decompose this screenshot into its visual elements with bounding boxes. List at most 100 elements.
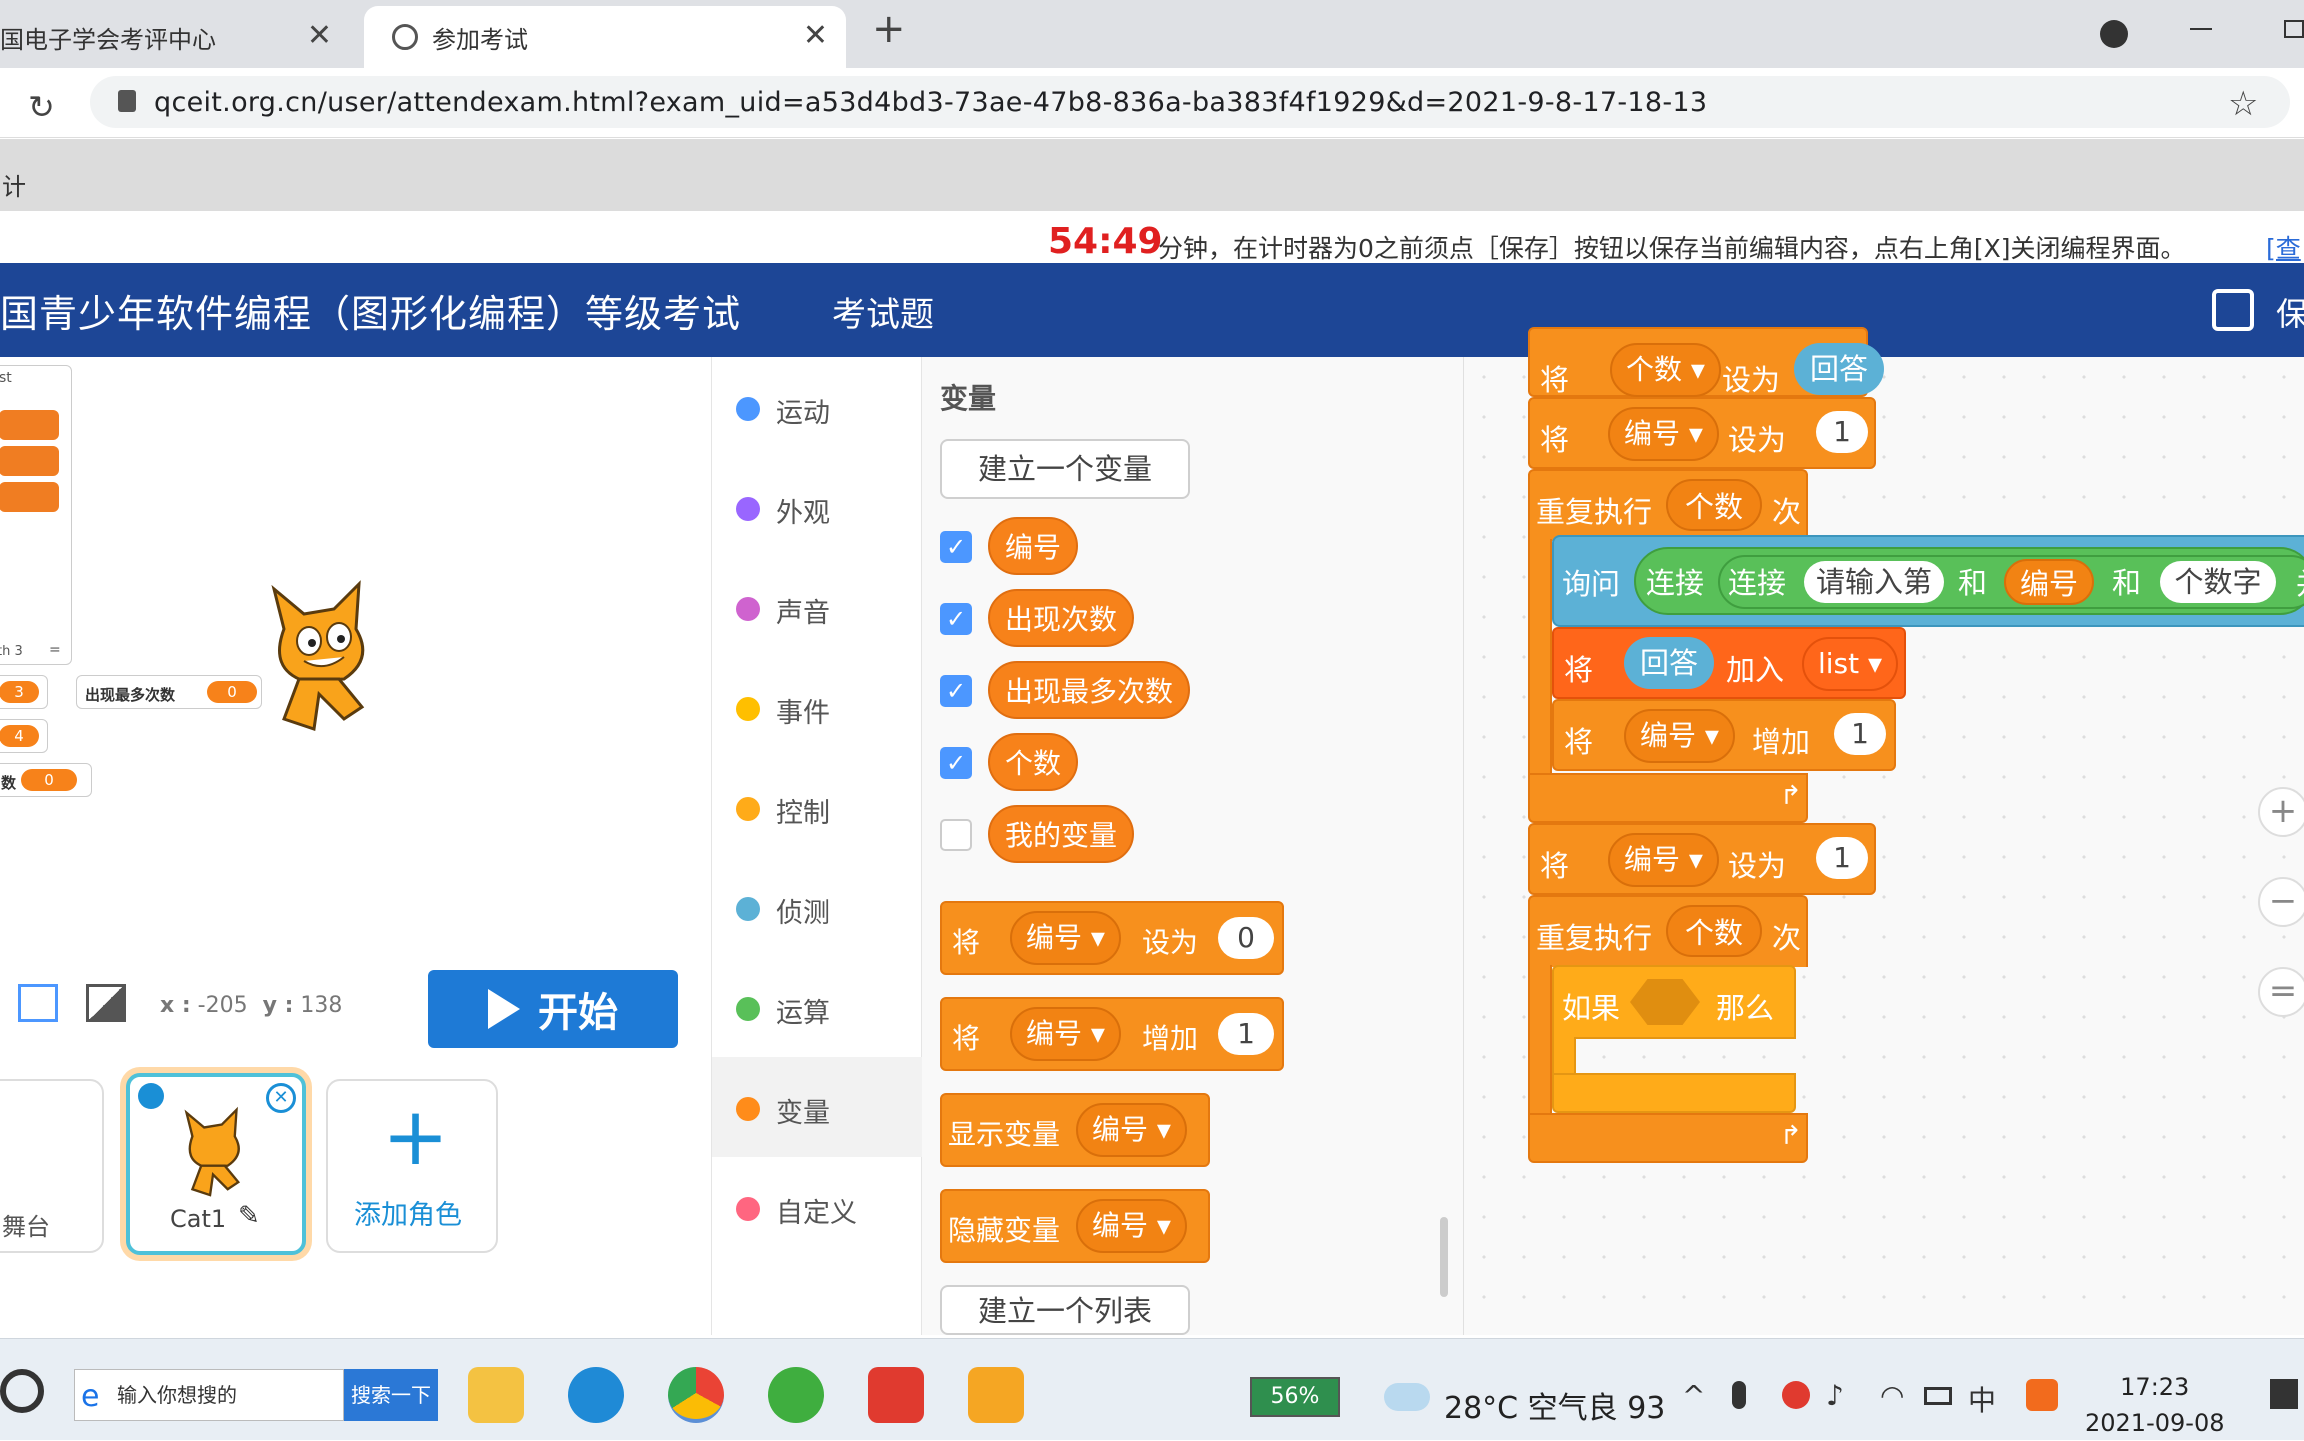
set-index-block[interactable]: 将 编号 ▾ 设为 1 <box>1528 823 1876 895</box>
category-sensing[interactable]: 侦测 <box>712 857 922 957</box>
show-variable-block[interactable]: 显示变量 编号 ▾ <box>940 1093 1210 1167</box>
list-resize[interactable]: = <box>49 642 61 658</box>
category-my-blocks[interactable]: 自定义 <box>712 1157 922 1257</box>
answer-reporter[interactable]: 回答 <box>1794 343 1884 395</box>
volume-icon[interactable]: ♪ <box>1826 1379 1844 1412</box>
clock[interactable]: 17:23 2021-09-08 <box>2085 1369 2224 1441</box>
sogou-icon[interactable] <box>2026 1379 2058 1411</box>
value-input[interactable]: 1 <box>1816 411 1868 453</box>
variable-dropdown[interactable]: 编号 ▾ <box>1010 1007 1121 1061</box>
stage-card[interactable]: 舞台 <box>0 1079 104 1253</box>
variable-reporter[interactable]: 我的变量 <box>988 805 1135 863</box>
variable-dropdown[interactable]: 编号 ▾ <box>1608 833 1719 887</box>
variable-dropdown[interactable]: 编号 ▾ <box>1608 407 1719 461</box>
sprite-settings-icon[interactable] <box>138 1083 164 1109</box>
tab-exam-center[interactable]: 国电子学会考评中心 ✕ <box>0 6 350 68</box>
close-tab-icon[interactable]: ✕ <box>307 18 332 53</box>
script-area[interactable]: 将 个数 ▾ 设为 回答 将 编号 ▾ 设为 1 重复执行 个数 次 ↱ 询问 … <box>1464 327 2304 1335</box>
zoom-in-icon[interactable]: + <box>2258 787 2304 837</box>
small-stage-icon[interactable] <box>18 984 58 1022</box>
add-to-list-block[interactable]: 将 回答 加入 list ▾ <box>1552 627 1906 699</box>
start-logo-icon[interactable] <box>0 1369 44 1413</box>
value-input[interactable]: 1 <box>1816 837 1868 879</box>
text-input[interactable]: 个数字 <box>2160 561 2276 603</box>
edge-icon[interactable] <box>568 1367 624 1423</box>
answer-reporter[interactable]: 回答 <box>1624 637 1714 689</box>
index-reporter[interactable]: 编号 <box>2004 559 2094 605</box>
start-button[interactable]: 开始 <box>428 970 678 1048</box>
profile-icon[interactable] <box>2100 20 2128 48</box>
category-events[interactable]: 事件 <box>712 657 922 757</box>
set-count-block[interactable]: 将 个数 ▾ 设为 回答 <box>1528 327 1884 397</box>
new-tab-icon[interactable]: + <box>872 6 906 52</box>
battery-icon[interactable] <box>1924 1387 1952 1405</box>
zoom-out-icon[interactable]: − <box>2258 877 2304 927</box>
hide-variable-block[interactable]: 隐藏变量 编号 ▾ <box>940 1189 1210 1263</box>
close-tab-icon[interactable]: ✕ <box>803 18 828 53</box>
value-input[interactable]: 1 <box>1218 1013 1274 1055</box>
cat-sprite[interactable] <box>244 569 394 739</box>
variable-checkbox[interactable] <box>940 819 972 851</box>
delete-sprite-icon[interactable]: ✕ <box>266 1083 296 1113</box>
edit-pencil-icon[interactable]: ✎ <box>238 1201 260 1231</box>
category-operators[interactable]: 运算 <box>712 957 922 1057</box>
category-control[interactable]: 控制 <box>712 757 922 857</box>
set-index-block[interactable]: 将 编号 ▾ 设为 1 <box>1528 397 1876 469</box>
reload-icon[interactable]: ↻ <box>28 88 55 126</box>
join-reporter[interactable]: 连接 连接 请输入第 和 编号 和 个数字 <box>1634 547 2304 615</box>
save-button[interactable]: 保 <box>2276 289 2304 335</box>
variable-checkbox[interactable]: ✓ <box>940 747 972 779</box>
taskbar-search-button[interactable]: 搜索一下 <box>344 1369 438 1421</box>
ask-block[interactable]: 询问 连接 连接 请输入第 和 编号 和 个数字 并 <box>1552 535 2304 627</box>
variable-reporter[interactable]: 个数 <box>988 733 1079 791</box>
list-dropdown[interactable]: list ▾ <box>1802 637 1899 691</box>
chrome-icon[interactable] <box>668 1367 724 1423</box>
variable-checkbox[interactable]: ✓ <box>940 531 972 563</box>
ime-indicator[interactable]: 中 <box>1968 1379 1996 1419</box>
variable-dropdown[interactable]: 个数 ▾ <box>1610 343 1721 397</box>
variable-dropdown[interactable]: 编号 ▾ <box>1076 1103 1187 1157</box>
palette-scrollbar[interactable] <box>1440 1217 1448 1297</box>
save-icon[interactable] <box>2212 289 2254 331</box>
notes-icon[interactable] <box>968 1367 1024 1423</box>
bookmark-star-icon[interactable]: ☆ <box>2228 84 2258 124</box>
category-looks[interactable]: 外观 <box>712 457 922 557</box>
variable-dropdown[interactable]: 编号 ▾ <box>1624 709 1735 763</box>
category-variables[interactable]: 变量 <box>712 1057 922 1157</box>
wps-icon[interactable] <box>868 1367 924 1423</box>
variable-dropdown[interactable]: 编号 ▾ <box>1010 911 1121 965</box>
category-sound[interactable]: 声音 <box>712 557 922 657</box>
url-field[interactable]: qceit.org.cn/user/attendexam.html?exam_u… <box>90 76 2290 128</box>
count-reporter[interactable]: 个数 <box>1666 479 1762 531</box>
tray-chevron-icon[interactable]: ^ <box>1682 1379 1705 1412</box>
add-sprite-card[interactable]: + 添加角色 <box>326 1079 498 1253</box>
variable-reporter[interactable]: 出现最多次数 <box>988 661 1191 719</box>
wifi-icon[interactable]: ◠ <box>1880 1379 1904 1412</box>
text-input[interactable]: 请输入第 <box>1804 561 1944 603</box>
file-explorer-icon[interactable] <box>468 1367 524 1423</box>
value-input[interactable]: 1 <box>1834 713 1886 755</box>
app-tray-icon[interactable] <box>1782 1381 1810 1409</box>
tab-exam-questions[interactable]: 考试题 <box>832 287 934 336</box>
variable-reporter[interactable]: 编号 <box>988 517 1079 575</box>
tab-attend-exam[interactable]: 参加考试 ✕ <box>364 6 846 68</box>
minimize-icon[interactable] <box>2190 28 2212 30</box>
restore-icon[interactable] <box>2284 20 2304 38</box>
set-variable-block[interactable]: 将 编号 ▾ 设为 0 <box>940 901 1284 975</box>
condition-slot[interactable] <box>1630 979 1700 1025</box>
sprite-card-cat1[interactable]: ✕ Cat1 ✎ <box>126 1073 306 1255</box>
mic-icon[interactable] <box>1732 1381 1746 1409</box>
variable-checkbox[interactable]: ✓ <box>940 675 972 707</box>
make-variable-button[interactable]: 建立一个变量 <box>940 439 1190 499</box>
variable-checkbox[interactable]: ✓ <box>940 603 972 635</box>
change-variable-block[interactable]: 将 编号 ▾ 增加 1 <box>940 997 1284 1071</box>
variable-dropdown[interactable]: 编号 ▾ <box>1076 1199 1187 1253</box>
notification-icon[interactable] <box>2270 1379 2298 1409</box>
change-index-block[interactable]: 将 编号 ▾ 增加 1 <box>1552 699 1896 771</box>
if-block[interactable]: 如果 那么 <box>1552 965 1796 1039</box>
ie-browser-icon[interactable] <box>768 1367 824 1423</box>
count-reporter[interactable]: 个数 <box>1666 905 1762 957</box>
repeat-block[interactable]: 重复执行 个数 次 <box>1528 895 1808 967</box>
zoom-reset-icon[interactable]: = <box>2258 967 2304 1017</box>
join-reporter[interactable]: 连接 请输入第 和 编号 和 个数字 <box>1718 555 2304 609</box>
